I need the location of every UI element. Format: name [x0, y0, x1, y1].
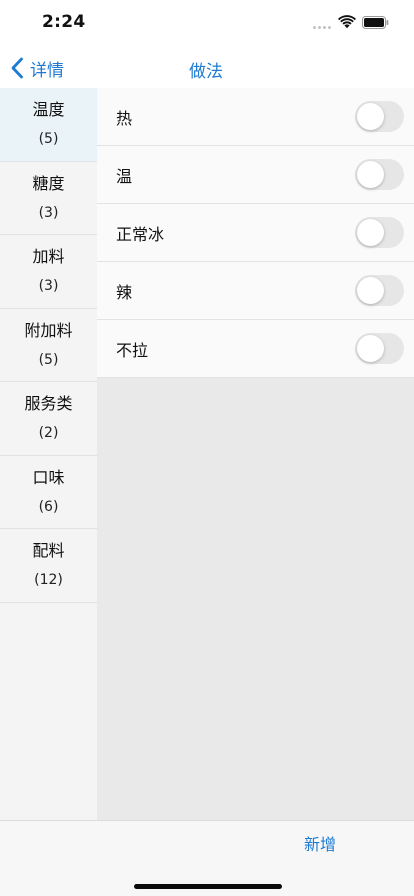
option-label: 正常冰: [116, 224, 165, 244]
category-count: (3): [38, 204, 59, 221]
category-name: 糖度: [32, 173, 65, 193]
toggle-knob: [357, 161, 384, 188]
category-name: 口味: [32, 467, 65, 487]
category-name: 温度: [32, 100, 65, 120]
option-toggle[interactable]: [355, 217, 404, 248]
option-label: 热: [116, 108, 133, 128]
option-toggle[interactable]: [355, 159, 404, 190]
battery-icon: [362, 16, 389, 29]
home-indicator: [134, 884, 282, 889]
category-sidebar: 温度 (5) 糖度 (3) 加料 (3) 附加料 (5) 服务类 (2) 口味 …: [0, 88, 97, 820]
category-item-fuwulei[interactable]: 服务类 (2): [0, 382, 97, 456]
option-row-wen: 温: [97, 146, 414, 204]
navigation-bar: 详情 做法: [0, 46, 414, 88]
cellular-signal-icon: [313, 26, 331, 29]
toggle-knob: [357, 277, 384, 304]
category-count: (2): [38, 425, 59, 442]
option-list: 热 温 正常冰 辣 不拉: [97, 88, 414, 820]
status-bar: 2:24: [0, 0, 414, 46]
toggle-knob: [357, 335, 384, 362]
screen: 2:24 详情 做法 温度 (5) 糖度 (3) 加料 (3) 附加料 (5) …: [0, 0, 414, 896]
option-label: 辣: [116, 282, 133, 302]
category-name: 附加料: [24, 320, 73, 340]
category-item-wendu[interactable]: 温度 (5): [0, 88, 97, 162]
category-count: (5): [38, 351, 59, 368]
option-label: 温: [116, 166, 133, 186]
option-toggle[interactable]: [355, 101, 404, 132]
category-item-kouwei[interactable]: 口味 (6): [0, 456, 97, 529]
bottom-toolbar: 新增: [0, 820, 414, 896]
status-time: 2:24: [42, 12, 86, 32]
category-name: 配料: [32, 541, 65, 561]
category-count: (3): [38, 278, 59, 295]
toggle-knob: [357, 103, 384, 130]
add-button[interactable]: 新增: [304, 831, 336, 855]
category-item-tangdu[interactable]: 糖度 (3): [0, 162, 97, 235]
category-name: 服务类: [24, 394, 73, 414]
toggle-knob: [357, 219, 384, 246]
option-toggle[interactable]: [355, 333, 404, 364]
category-count: (12): [34, 572, 63, 589]
page-title: 做法: [189, 62, 223, 82]
category-item-fujialiao[interactable]: 附加料 (5): [0, 309, 97, 382]
option-label: 不拉: [116, 340, 149, 360]
option-row-re: 热: [97, 88, 414, 146]
option-row-zhengchangbing: 正常冰: [97, 204, 414, 262]
category-item-jialiao[interactable]: 加料 (3): [0, 235, 97, 309]
option-row-bula: 不拉: [97, 320, 414, 378]
category-count: (5): [38, 131, 59, 148]
wifi-icon: [338, 15, 356, 29]
category-name: 加料: [32, 247, 65, 267]
category-count: (6): [38, 498, 59, 515]
option-toggle[interactable]: [355, 275, 404, 306]
category-item-peiliao[interactable]: 配料 (12): [0, 529, 97, 603]
option-row-la: 辣: [97, 262, 414, 320]
